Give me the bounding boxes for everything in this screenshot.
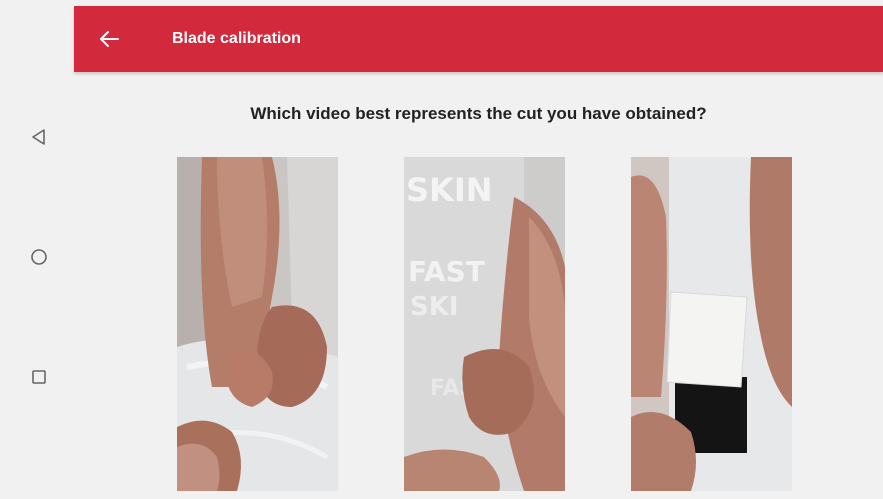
page-title: Blade calibration [172, 30, 301, 47]
arrow-left-icon [100, 31, 119, 47]
square-recents-icon [32, 370, 46, 384]
print-text-2: FAST [408, 255, 485, 288]
print-text-3: SKI [410, 292, 459, 322]
system-back-button[interactable] [26, 124, 52, 150]
system-nav-bar [0, 0, 74, 499]
video-thumbnail-2: SKIN FAST SKI FAS [404, 157, 565, 491]
video-option-3[interactable] [631, 157, 792, 491]
circle-home-icon [31, 249, 47, 265]
video-option-2[interactable]: SKIN FAST SKI FAS [404, 157, 565, 491]
system-recents-button[interactable] [26, 364, 52, 390]
back-button[interactable] [96, 27, 122, 51]
question-text: Which video best represents the cut you … [250, 104, 707, 123]
print-text-1: SKIN [406, 171, 493, 209]
system-home-button[interactable] [26, 244, 52, 270]
video-thumbnail-1 [177, 157, 338, 491]
video-thumbnail-3 [631, 157, 792, 491]
triangle-back-icon [32, 129, 45, 145]
app-bar: Blade calibration [74, 6, 883, 72]
video-option-1[interactable] [177, 157, 338, 491]
